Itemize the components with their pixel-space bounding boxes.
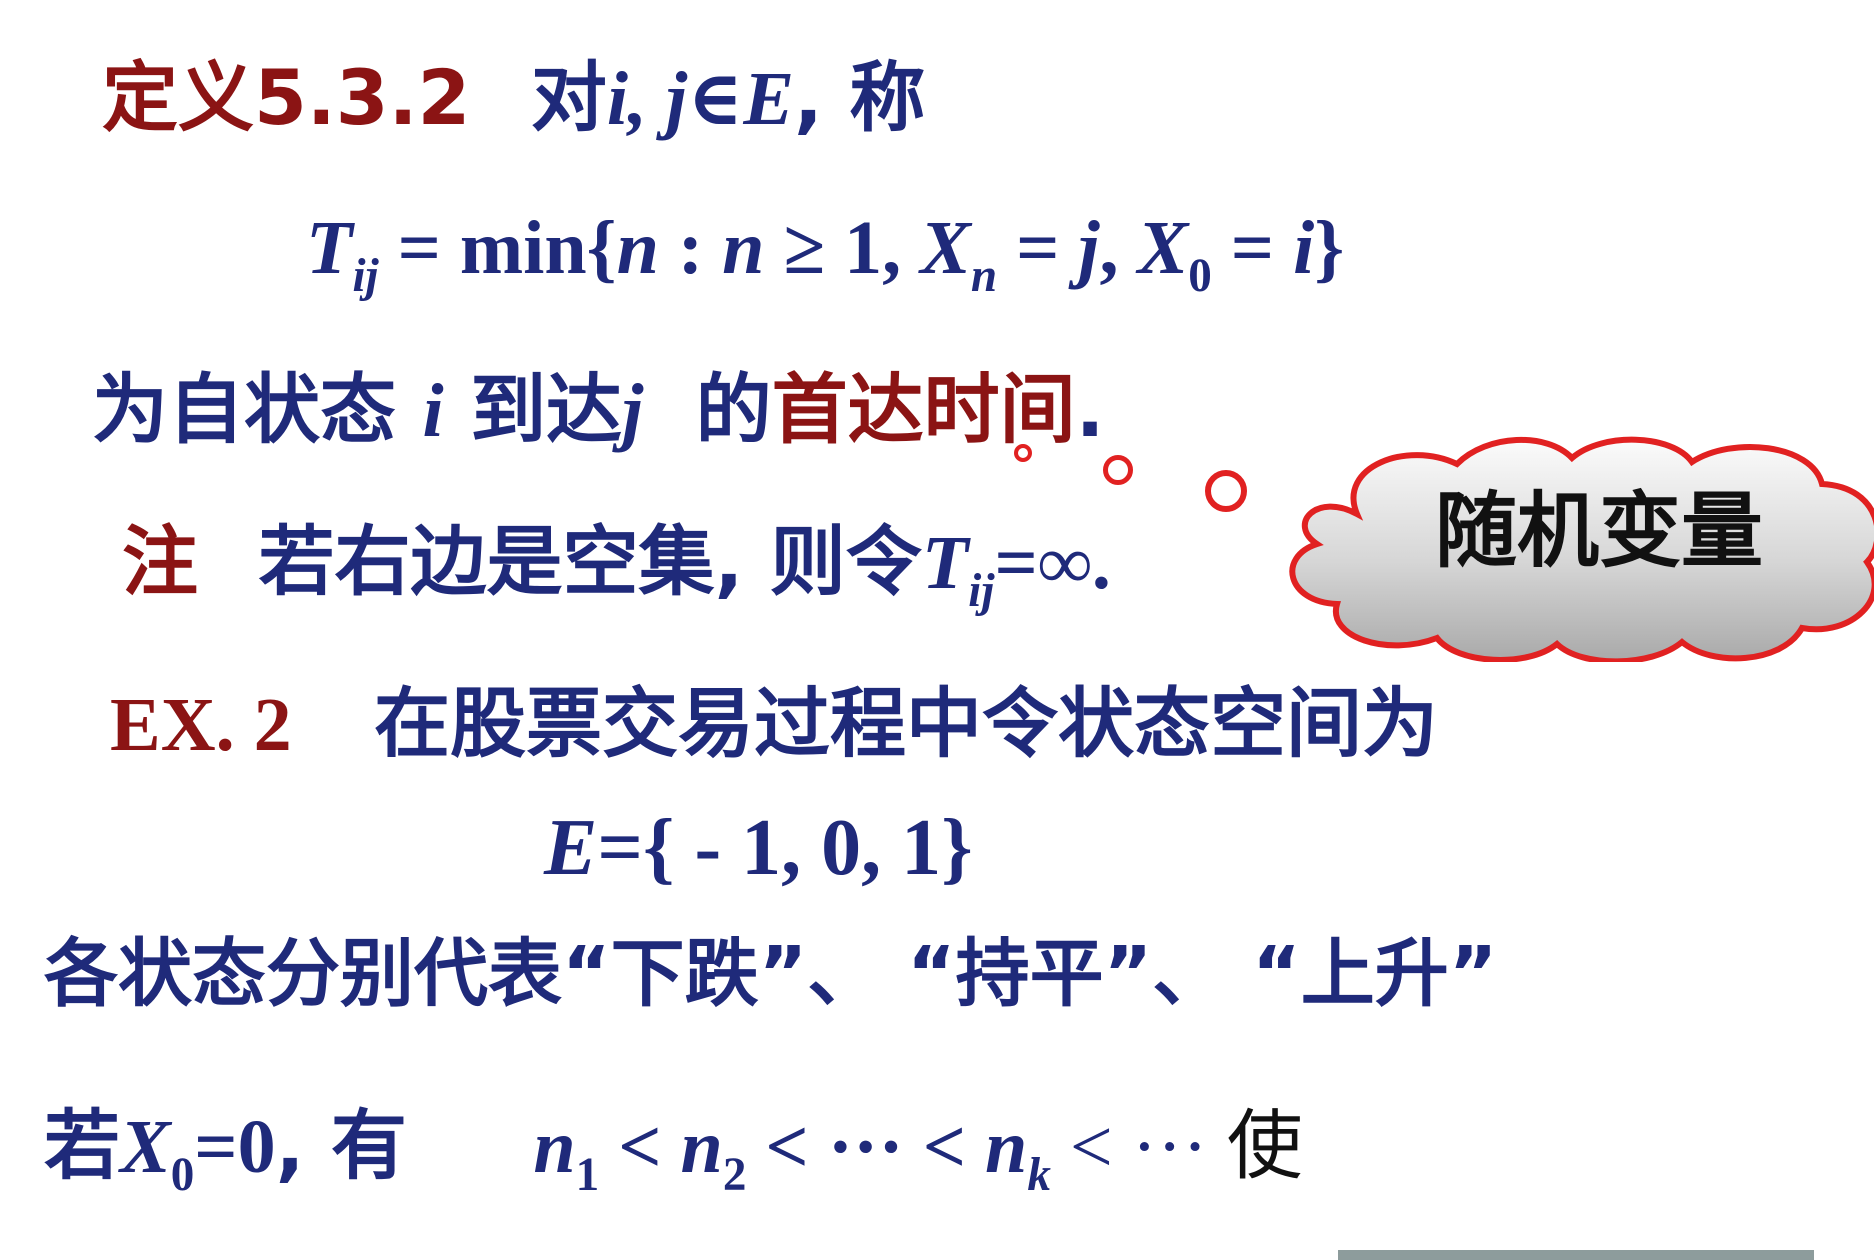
sequence-line: 若X0=0, 有 n1 < n2 < ··· < nk < ··· 使 [44,1096,1303,1207]
seq-shi: 使 [1226,1101,1303,1190]
line2-dot: . [1075,365,1105,454]
thought-bubble-small [1014,444,1032,462]
sequence-inequality: n1 < n2 < ··· < nk < ··· [533,1105,1227,1201]
thought-bubble-large [1205,470,1247,512]
thought-bubble-medium [1103,455,1133,485]
seq-sub2: 2 [722,1148,747,1201]
formula-line: Tij = min{n : n ≥ 1, Xn = j, X0 = i} [306,198,1344,308]
seq-sub1: 1 [575,1148,600,1201]
state-space-set: ={ - 1, 0, 1} [597,804,973,892]
formula-X: X [920,206,971,290]
last-prefix: 若 [44,1101,120,1190]
note-ij: ij [968,564,995,617]
definition-line: 定义5.3.2 对i, j∈E, 称 [102,48,925,149]
line2-b: 到达 [470,365,623,454]
line2-j: j [622,369,644,453]
example-text: 在股票交易过程中令状态空间为 [374,679,1439,768]
line2-i: i [422,369,444,453]
footer-bar [1338,1250,1814,1260]
formula-n2: n [722,206,765,290]
last-you: , 有 [275,1101,407,1190]
line2-a: 为自状态 [92,365,396,454]
definition-math: i, j∈E [606,57,795,141]
formula-ij: ij [352,249,379,302]
callout-text: 随机变量 [1435,484,1764,579]
seq-subk: k [1027,1148,1051,1201]
formula-eq3: = [1211,206,1294,290]
formula-colon: : [658,206,723,290]
states-description-line: 各状态分别代表“下跌”、 “持平”、 “上升” [44,931,1498,1017]
seq-lt2: < ··· < [746,1105,986,1189]
definition-pre: 对 [530,53,607,142]
formula-comma: , [1099,206,1138,290]
last-X: X [120,1105,171,1189]
state-space-E: E [544,804,598,892]
definition-label: 定义5.3.2 [102,53,471,142]
seq-n1: n [533,1105,576,1189]
formula-n1: n [616,206,659,290]
note-tail: =∞. [994,521,1111,605]
formula-X0: X [1137,206,1189,290]
first-arrival-term: 首达时间 [771,365,1076,454]
formula-j: j [1078,206,1100,290]
note-line: 注 若右边是空集, 则令Tij=∞. [122,512,1111,623]
definition-post: , 称 [794,53,926,142]
formula-close: } [1314,206,1345,290]
note-label: 注 [122,517,198,606]
formula-T: T [306,206,353,290]
first-arrival-line: 为自状态 i 到达j 的首达时间. [92,360,1105,461]
formula-geq: ≥ 1, [764,206,921,290]
seq-lt1: < [599,1105,681,1189]
formula-zero: 0 [1188,249,1212,302]
callout-cloud: 随机变量 [1282,432,1874,662]
seq-nk: n [985,1105,1028,1189]
seq-n2: n [680,1105,723,1189]
state-space-line: E={ - 1, 0, 1} [544,798,973,898]
formula-n-sub: n [970,249,998,302]
line2-c: 的 [695,365,772,454]
note-T: T [921,521,969,605]
seq-lt3: < ··· [1050,1105,1227,1189]
example-label: EX. 2 [110,683,292,767]
note-text: 若右边是空集, 则令 [258,517,922,606]
last-zero: 0 [170,1148,195,1201]
example-line: EX. 2 在股票交易过程中令状态空间为 [110,674,1438,775]
formula-eq2: = [997,206,1079,290]
formula-eq1: = min{ [378,206,617,290]
last-eq: =0 [194,1105,276,1189]
formula-i: i [1293,206,1315,290]
